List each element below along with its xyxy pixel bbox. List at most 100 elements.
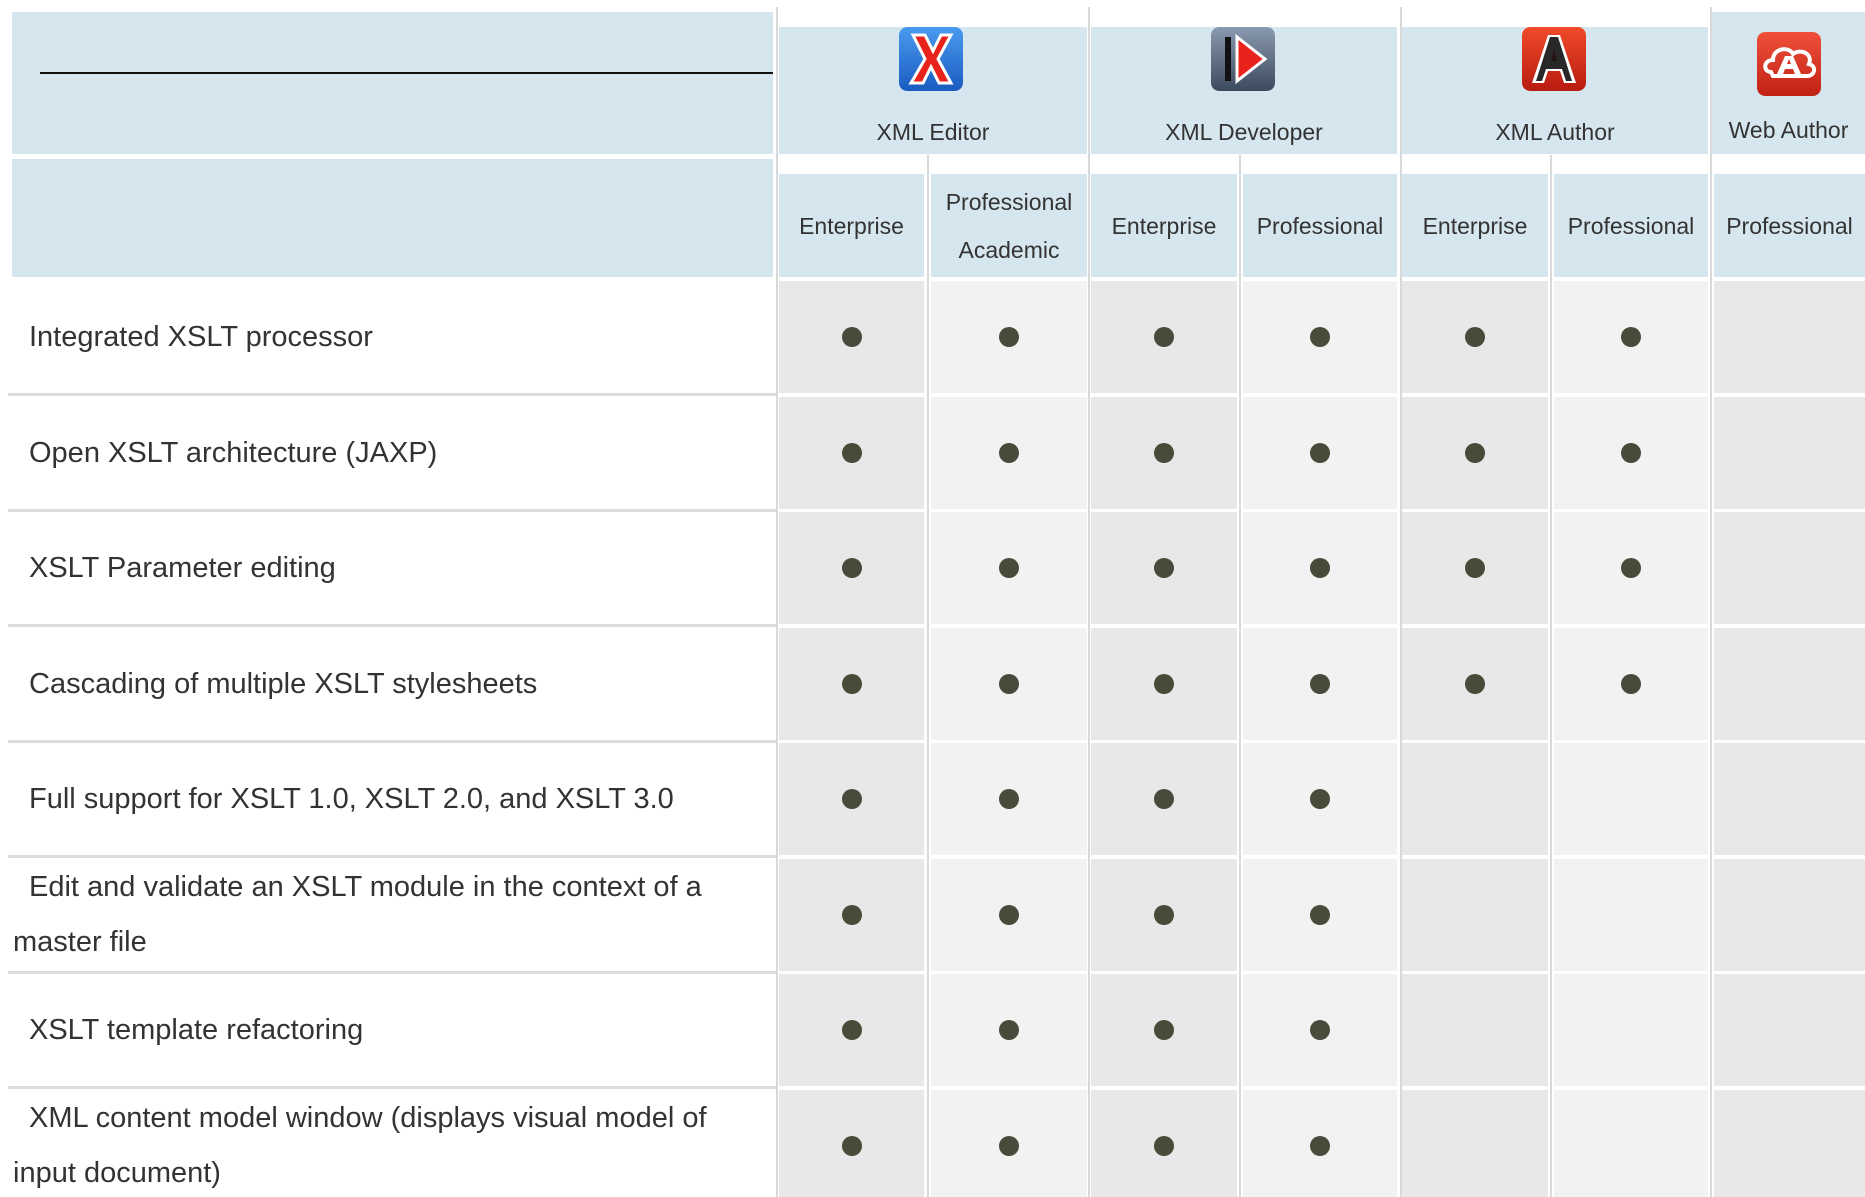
supported-dot-icon xyxy=(1621,327,1641,347)
support-cell xyxy=(779,1090,924,1197)
table-row: Edit and validate an XSLT module in the … xyxy=(0,859,1865,975)
supported-dot-icon xyxy=(841,558,862,578)
table-row: XSLT template refactoring xyxy=(0,974,1865,1090)
support-cell xyxy=(1091,859,1237,971)
support-cell xyxy=(1402,859,1548,971)
feature-label-cell: Edit and validate an XSLT module in the … xyxy=(8,859,776,974)
supported-dot-icon xyxy=(841,327,862,347)
support-cell xyxy=(1091,512,1237,624)
table-row: XSLT Parameter editing xyxy=(0,512,1865,628)
supported-dot-icon xyxy=(1154,1136,1174,1156)
supported-dot-icon xyxy=(841,789,862,809)
supported-dot-icon xyxy=(1154,674,1174,694)
edition-xml-developer-enterprise: Enterprise xyxy=(1091,174,1237,277)
support-cell xyxy=(1243,743,1397,855)
support-cell xyxy=(779,859,924,971)
feature-label-cell: Integrated XSLT processor xyxy=(8,281,776,396)
supported-dot-icon xyxy=(1310,1020,1330,1040)
support-cell xyxy=(1243,974,1397,1086)
support-cell xyxy=(931,628,1087,740)
supported-dot-icon xyxy=(1154,558,1174,578)
support-cell xyxy=(779,628,924,740)
product-name-xml-author: XML Author xyxy=(1495,119,1615,145)
feature-label: Integrated XSLT processor xyxy=(29,320,373,353)
support-cell xyxy=(931,281,1087,393)
table-row: Open XSLT architecture (JAXP) xyxy=(0,397,1865,513)
product-name-web-author: Web Author xyxy=(1728,117,1849,143)
support-cell xyxy=(1091,743,1237,855)
feature-label: Open XSLT architecture (JAXP) xyxy=(29,436,438,469)
feature-label-cell: XSLT template refactoring xyxy=(8,974,776,1089)
support-cell xyxy=(1402,743,1548,855)
support-cell xyxy=(931,512,1087,624)
supported-dot-icon xyxy=(1621,443,1641,463)
support-cell xyxy=(931,743,1087,855)
support-cell xyxy=(1243,1090,1397,1197)
web-author-logo-icon xyxy=(1757,32,1821,96)
supported-dot-icon xyxy=(841,1136,862,1156)
support-cell xyxy=(931,1090,1087,1197)
support-cell xyxy=(1243,512,1397,624)
supported-dot-icon xyxy=(1310,1136,1330,1156)
supported-dot-icon xyxy=(841,674,862,694)
support-cell xyxy=(1402,512,1548,624)
supported-dot-icon xyxy=(1465,674,1485,694)
edition-label: Professional xyxy=(945,188,1073,215)
support-cell xyxy=(1091,628,1237,740)
support-cell xyxy=(1714,628,1865,740)
support-cell xyxy=(1091,281,1237,393)
product-header-xml-developer: XML Developer xyxy=(1091,27,1397,154)
supported-dot-icon xyxy=(1154,327,1174,347)
supported-dot-icon xyxy=(1465,558,1485,578)
feature-label: XSLT template refactoring xyxy=(29,1013,364,1046)
supported-dot-icon xyxy=(1310,789,1330,809)
product-header-xml-editor: XML Editor xyxy=(779,27,1087,154)
support-cell xyxy=(931,397,1087,509)
feature-label-cell: Open XSLT architecture (JAXP) xyxy=(8,397,776,512)
support-cell xyxy=(1714,743,1865,855)
supported-dot-icon xyxy=(841,1020,862,1040)
feature-label: Cascading of multiple XSLT stylesheets xyxy=(29,667,538,700)
product-header-web-author: Web Author xyxy=(1712,12,1865,154)
supported-dot-icon xyxy=(1465,443,1485,463)
feature-label: Edit and validate an XSLT module in the … xyxy=(13,871,702,958)
feature-label: XML content model window (displays visua… xyxy=(13,1102,707,1189)
supported-dot-icon xyxy=(999,1020,1019,1040)
support-cell xyxy=(1091,974,1237,1086)
support-cell xyxy=(1714,281,1865,393)
edition-xml-author-enterprise: Enterprise xyxy=(1402,174,1548,277)
support-cell xyxy=(1402,397,1548,509)
support-cell xyxy=(931,859,1087,971)
supported-dot-icon xyxy=(1621,674,1641,694)
supported-dot-icon xyxy=(1154,443,1174,463)
product-name-xml-developer: XML Developer xyxy=(1165,119,1323,145)
edition-label: Professional xyxy=(1726,212,1853,239)
support-cell xyxy=(1554,743,1708,855)
support-cell xyxy=(1554,512,1708,624)
support-cell xyxy=(1554,397,1708,509)
edition-label: Professional xyxy=(1256,212,1384,239)
support-cell xyxy=(779,743,924,855)
supported-dot-icon xyxy=(1465,327,1485,347)
edition-xml-author-professional: Professional xyxy=(1554,174,1708,277)
support-cell xyxy=(1402,628,1548,740)
edition-label: Enterprise xyxy=(799,212,904,239)
table-row: Full support for XSLT 1.0, XSLT 2.0, and… xyxy=(0,743,1865,859)
supported-dot-icon xyxy=(999,558,1019,578)
table-row: Cascading of multiple XSLT stylesheets xyxy=(0,628,1865,744)
support-cell xyxy=(1402,1090,1548,1197)
edition-web-author-professional: Professional xyxy=(1714,174,1865,277)
support-cell xyxy=(931,974,1087,1086)
table-row: Integrated XSLT processor xyxy=(0,281,1865,397)
comparison-table: XML Editor XML Developer XML Author Web … xyxy=(0,0,1865,1197)
supported-dot-icon xyxy=(999,789,1019,809)
support-cell xyxy=(1714,1090,1865,1197)
feature-label: Full support for XSLT 1.0, XSLT 2.0, and… xyxy=(29,782,674,815)
header-rule xyxy=(40,72,773,74)
feature-label-cell: Full support for XSLT 1.0, XSLT 2.0, and… xyxy=(8,743,776,858)
table-row: XML content model window (displays visua… xyxy=(0,1090,1865,1197)
product-name-xml-editor: XML Editor xyxy=(876,119,990,145)
header-corner-edition-cell xyxy=(12,159,773,277)
support-cell xyxy=(1243,281,1397,393)
support-cell xyxy=(779,397,924,509)
